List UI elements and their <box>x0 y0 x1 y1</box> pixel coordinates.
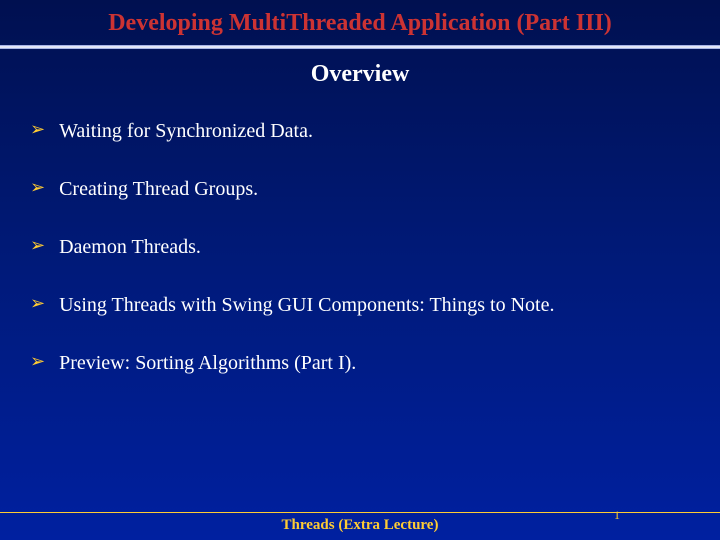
slide-footer: Threads (Extra Lecture) 1 <box>0 512 720 540</box>
bullet-text: Using Threads with Swing GUI Components:… <box>59 292 554 318</box>
slide-subtitle: Overview <box>0 61 720 88</box>
list-item: ➢ Using Threads with Swing GUI Component… <box>30 292 690 318</box>
slide-title: Developing MultiThreaded Application (Pa… <box>0 10 720 37</box>
list-item: ➢ Creating Thread Groups. <box>30 176 690 202</box>
slide-header: Developing MultiThreaded Application (Pa… <box>0 0 720 45</box>
page-number: 1 <box>614 508 620 523</box>
bullet-arrow-icon: ➢ <box>30 350 45 373</box>
list-item: ➢ Waiting for Synchronized Data. <box>30 118 690 144</box>
bullet-text: Preview: Sorting Algorithms (Part I). <box>59 350 356 376</box>
slide-content: ➢ Waiting for Synchronized Data. ➢ Creat… <box>0 118 720 376</box>
header-divider <box>0 45 720 49</box>
bullet-arrow-icon: ➢ <box>30 118 45 141</box>
bullet-text: Creating Thread Groups. <box>59 176 258 202</box>
footer-label: Threads (Extra Lecture) <box>282 517 439 534</box>
bullet-arrow-icon: ➢ <box>30 234 45 257</box>
list-item: ➢ Preview: Sorting Algorithms (Part I). <box>30 350 690 376</box>
bullet-text: Waiting for Synchronized Data. <box>59 118 313 144</box>
bullet-text: Daemon Threads. <box>59 234 201 260</box>
list-item: ➢ Daemon Threads. <box>30 234 690 260</box>
bullet-arrow-icon: ➢ <box>30 292 45 315</box>
bullet-arrow-icon: ➢ <box>30 176 45 199</box>
